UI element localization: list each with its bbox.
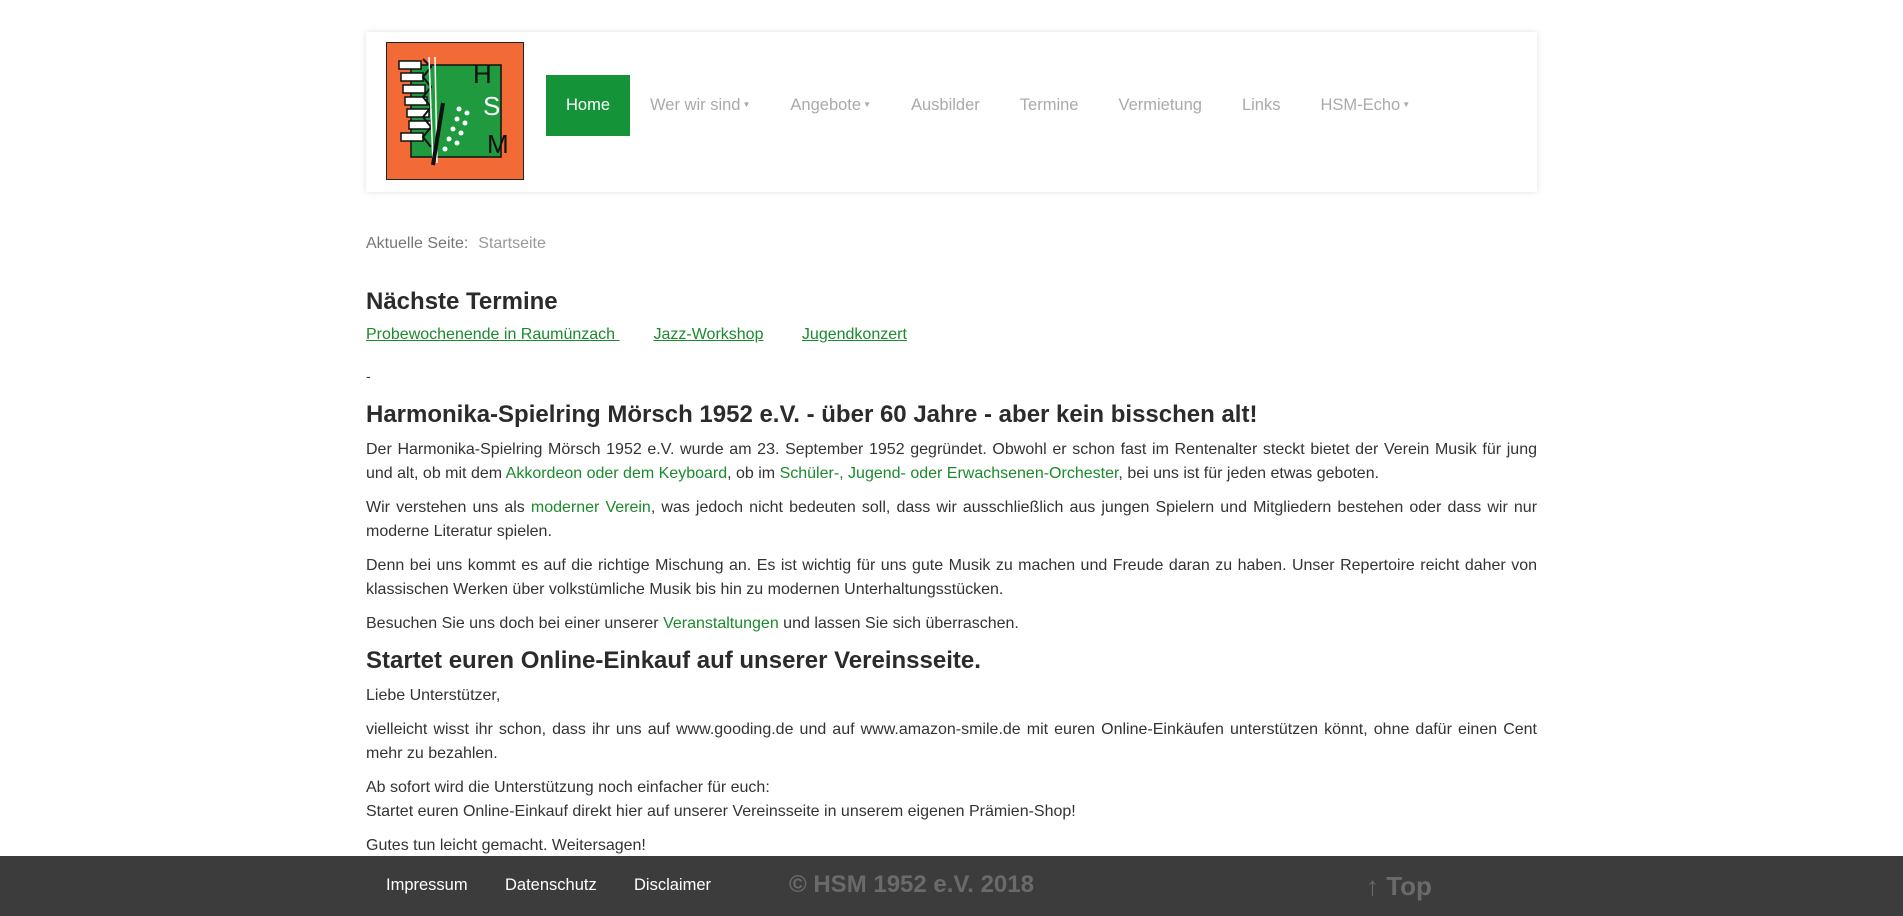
shop-paragraph-1: vielleicht wisst ihr schon, dass ihr uns… <box>366 721 1537 762</box>
nav-item-label: HSM-Echo <box>1320 96 1401 114</box>
logo-letter-s: S <box>483 91 500 121</box>
article-title: Harmonika-Spielring Mörsch 1952 e.V. - ü… <box>366 401 1258 428</box>
nav-item-label: Links <box>1241 96 1281 114</box>
article-paragraph-4: Besuchen Sie uns doch bei einer unserer … <box>366 612 1537 636</box>
footer-copyright: © HSM 1952 e.V. 2018 <box>789 871 1034 898</box>
nav-item-wer-wir-sind[interactable]: Wer wir sind ▼ <box>630 75 770 136</box>
link-akkordeon-keyboard[interactable]: Akkordeon oder dem Keyboard <box>506 465 727 482</box>
article-paragraph-3: Denn bei uns kommt es auf die richtige M… <box>366 557 1537 598</box>
caret-down-icon: ▼ <box>863 100 871 109</box>
nav-item-label: Angebote <box>790 96 862 114</box>
main-nav: Home Wer wir sind ▼ Angebote ▼ Ausbilder T… <box>546 75 1430 136</box>
footer-link-disclaimer[interactable]: Disclaimer <box>634 876 711 895</box>
shop-paragraph-3: Gutes tun leicht gemacht. Weitersagen! <box>366 837 646 854</box>
text: , ob im <box>727 465 780 482</box>
nav-item-angebote[interactable]: Angebote ▼ <box>770 75 891 136</box>
logo-letter-m: M <box>487 129 509 159</box>
separator-text: - <box>366 368 371 384</box>
nav-item-label: Termine <box>1019 96 1079 114</box>
nav-item-label: Home <box>566 96 611 114</box>
footer-link-impressum[interactable]: Impressum <box>386 876 468 895</box>
breadcrumb: Aktuelle Seite: Startseite <box>366 235 546 253</box>
hsm-logo-graphic: H S M <box>398 56 509 166</box>
shop-title: Startet euren Online-Einkauf auf unserer… <box>366 647 981 674</box>
logo-letter-h: H <box>473 59 492 89</box>
nav-item-home[interactable]: Home <box>546 75 631 136</box>
link-veranstaltungen[interactable]: Veranstaltungen <box>663 615 779 632</box>
termine-links: Probewochenende in Raumünzach Jazz-Works… <box>366 326 941 344</box>
back-to-top-link[interactable]: ↑ Top <box>1366 871 1432 902</box>
termin-link-probewochenende[interactable]: Probewochenende in Raumünzach <box>366 326 620 343</box>
shop-greeting: Liebe Unterstützer, <box>366 687 501 704</box>
text: Ab sofort wird die Unterstützung noch ei… <box>366 779 770 796</box>
text: , bei uns ist für jeden etwas geboten. <box>1118 465 1380 482</box>
site-header: H S M Home Wer wir sind ▼ Angebote ▼ Ausbi… <box>366 32 1537 192</box>
termin-link-jugendkonzert[interactable]: Jugendkonzert <box>802 326 907 343</box>
caret-down-icon: ▼ <box>742 100 751 109</box>
footer-link-datenschutz[interactable]: Datenschutz <box>505 876 597 895</box>
breadcrumb-current: Startseite <box>478 235 546 252</box>
shop-paragraph-2: Ab sofort wird die Unterstützung noch ei… <box>366 776 1537 824</box>
nav-item-label: Ausbilder <box>910 96 980 114</box>
nav-item-hsm-echo[interactable]: HSM-Echo ▼ <box>1300 75 1430 136</box>
article-paragraph-2: Wir verstehen uns als moderner Verein, w… <box>366 496 1537 544</box>
nav-item-label: Vermietung <box>1118 96 1202 114</box>
text: Wir verstehen uns als <box>366 499 531 516</box>
breadcrumb-label: Aktuelle Seite: <box>366 235 469 252</box>
text: Startet euren Online-Einkauf direkt hier… <box>366 803 1076 820</box>
site-footer: Impressum Datenschutz Disclaimer © HSM 1… <box>0 856 1903 916</box>
nav-item-termine[interactable]: Termine <box>1000 75 1099 136</box>
nav-item-ausbilder[interactable]: Ausbilder <box>891 75 1000 136</box>
link-orchester[interactable]: Schüler-, Jugend- oder Erwachsenen-Orche… <box>780 465 1119 482</box>
article-paragraph-1: Der Harmonika-Spielring Mörsch 1952 e.V.… <box>366 438 1537 486</box>
link-moderner-verein[interactable]: moderner Verein <box>531 499 651 516</box>
caret-down-icon: ▼ <box>1402 100 1411 109</box>
hsm-logo[interactable]: H S M <box>386 42 524 180</box>
nav-item-label: Wer wir sind <box>650 96 741 114</box>
nav-item-vermietung[interactable]: Vermietung <box>1098 75 1221 136</box>
main-content: Harmonika-Spielring Mörsch 1952 e.V. - ü… <box>366 400 1537 868</box>
text: Besuchen Sie uns doch bei einer unserer <box>366 615 664 632</box>
termine-title: Nächste Termine <box>366 288 558 315</box>
termin-link-jazz-workshop[interactable]: Jazz-Workshop <box>654 326 764 343</box>
text: und lassen Sie sich überraschen. <box>778 615 1019 632</box>
nav-item-links[interactable]: Links <box>1222 75 1301 136</box>
